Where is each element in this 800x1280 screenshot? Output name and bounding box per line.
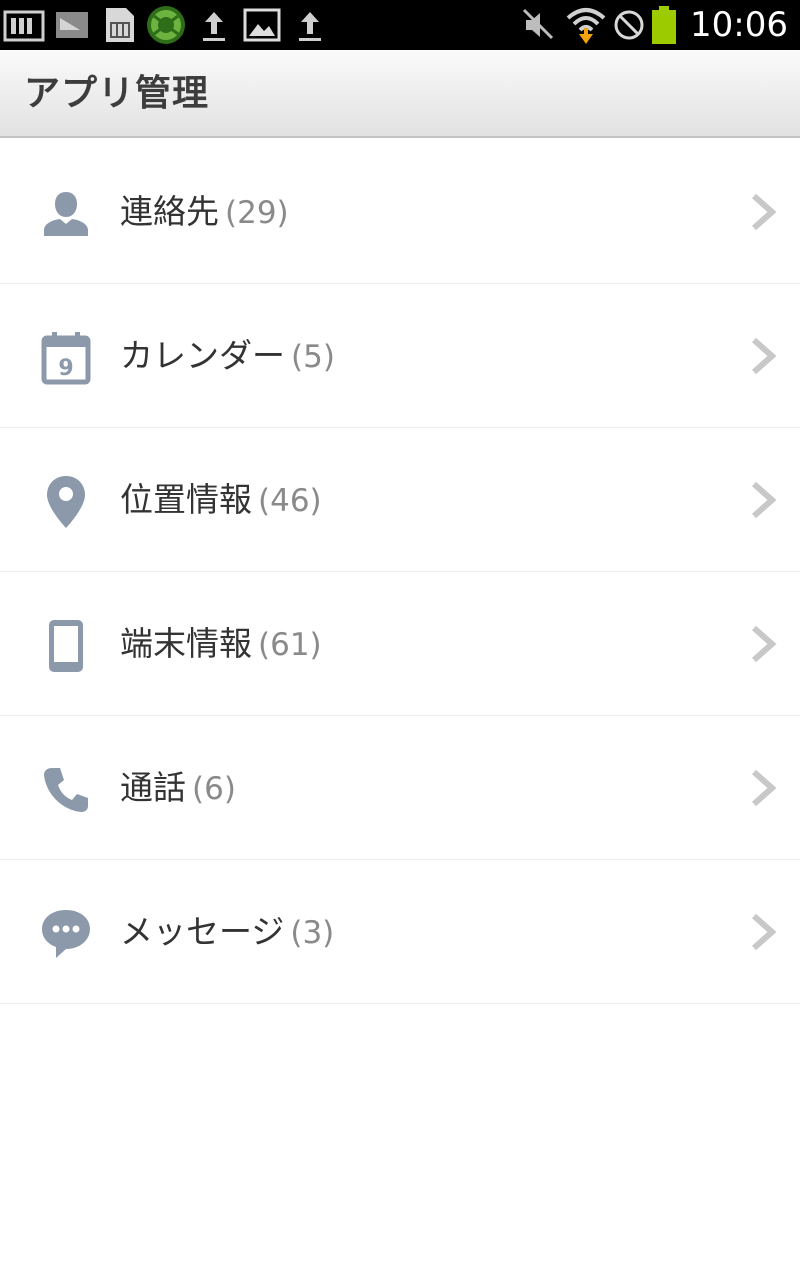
list-item-count: (61) [258, 627, 322, 663]
svg-text:9: 9 [58, 356, 73, 381]
device-phone-icon [49, 620, 83, 672]
list-item-count: (46) [258, 483, 322, 519]
contact-person-icon [44, 192, 88, 236]
gallery-icon [243, 8, 281, 42]
sim-card-icon [106, 8, 134, 42]
chevron-right-icon [752, 913, 777, 951]
list-item-text: 通話 (6) [120, 766, 236, 811]
battery-icon [652, 6, 676, 44]
calendar-icon: 9 [41, 332, 91, 385]
list-item-device-info[interactable]: 端末情報 (61) [0, 572, 800, 716]
list-item-calls[interactable]: 通話 (6) [0, 716, 800, 860]
list-item-text: 連絡先 (29) [120, 190, 289, 235]
message-bubble-icon [42, 910, 90, 958]
list-item-text: メッセージ (3) [120, 910, 334, 955]
sd-card-icon [56, 12, 88, 38]
wifi-icon [566, 8, 606, 44]
upload-icon [203, 12, 225, 41]
system-icons: 10:06 [520, 0, 800, 50]
permission-category-list: 連絡先 (29) 9 カレンダー (5) 位置情報 (46) 端末情報 (61)… [0, 140, 800, 1004]
list-item-text: カレンダー (5) [120, 334, 335, 379]
chevron-right-icon [752, 481, 777, 519]
chevron-right-icon [752, 193, 777, 231]
status-bar: 10:06 [0, 0, 800, 50]
list-item-label: 通話 [120, 768, 186, 807]
clock: 10:06 [690, 5, 788, 45]
list-item-location[interactable]: 位置情報 (46) [0, 428, 800, 572]
data-usage-icon [3, 10, 45, 42]
list-item-count: (29) [225, 195, 289, 231]
call-handset-icon [44, 768, 88, 812]
chevron-right-icon [752, 625, 777, 663]
list-item-label: メッセージ [120, 912, 285, 951]
list-item-contacts[interactable]: 連絡先 (29) [0, 140, 800, 284]
list-item-count: (3) [290, 915, 335, 951]
chevron-right-icon [752, 337, 777, 375]
list-item-count: (6) [192, 771, 236, 807]
list-item-text: 端末情報 (61) [120, 622, 322, 667]
security-shield-icon [147, 6, 185, 44]
list-item-label: カレンダー [120, 336, 285, 375]
list-item-messages[interactable]: メッセージ (3) [0, 860, 800, 1004]
list-item-label: 位置情報 [120, 480, 252, 519]
list-item-text: 位置情報 (46) [120, 478, 322, 523]
chevron-right-icon [752, 769, 777, 807]
list-item-label: 端末情報 [120, 624, 252, 663]
mute-icon [522, 8, 554, 40]
blocked-icon [614, 10, 644, 40]
upload-icon [299, 12, 321, 41]
list-item-label: 連絡先 [120, 192, 219, 231]
list-item-count: (5) [291, 339, 335, 375]
action-bar: アプリ管理 [0, 50, 800, 138]
list-item-calendar[interactable]: 9 カレンダー (5) [0, 284, 800, 428]
location-pin-icon [47, 476, 85, 528]
page-title: アプリ管理 [24, 73, 210, 114]
